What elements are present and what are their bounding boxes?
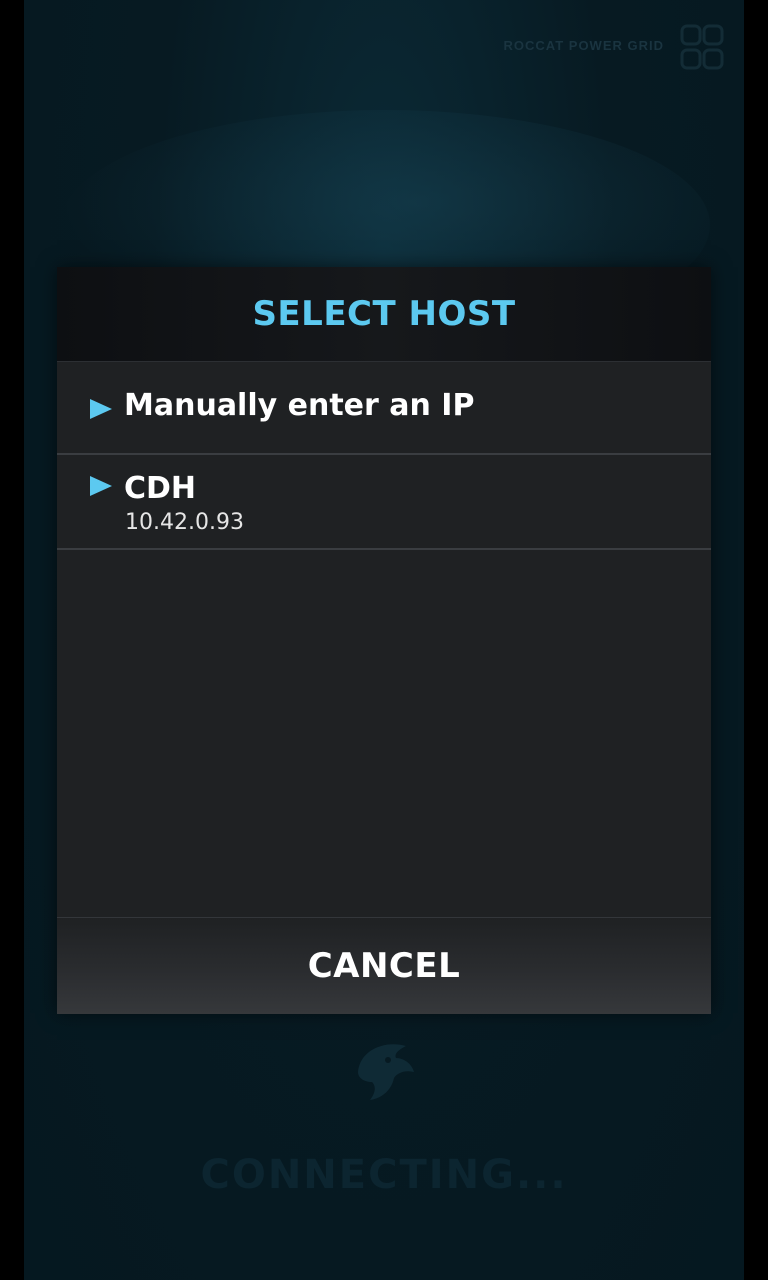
dialog-title: SELECT HOST (252, 294, 516, 334)
host-list: Manually enter an IP CDH 10.42.0.93 (57, 362, 711, 550)
host-name: CDH (124, 471, 197, 506)
host-name: Manually enter an IP (124, 388, 475, 423)
dialog-footer: CANCEL (57, 917, 711, 1014)
app-screen: ROCCAT POWER GRID CONNECTING... SELECT H… (0, 0, 768, 1280)
creature-logo-icon (350, 1036, 418, 1106)
play-arrow-icon (90, 476, 112, 496)
play-arrow-icon (90, 399, 112, 419)
brand-text: ROCCAT POWER GRID (503, 38, 664, 53)
cancel-button[interactable]: CANCEL (308, 946, 461, 986)
grid-logo-icon (676, 22, 728, 74)
host-ip: 10.42.0.93 (125, 510, 244, 535)
host-item-manual-ip[interactable]: Manually enter an IP (57, 362, 711, 455)
select-host-dialog: SELECT HOST Manually enter an IP CDH 10.… (57, 267, 711, 1014)
host-item-cdh[interactable]: CDH 10.42.0.93 (57, 455, 711, 550)
connection-status: CONNECTING... (200, 1152, 568, 1198)
dialog-header: SELECT HOST (57, 267, 711, 362)
